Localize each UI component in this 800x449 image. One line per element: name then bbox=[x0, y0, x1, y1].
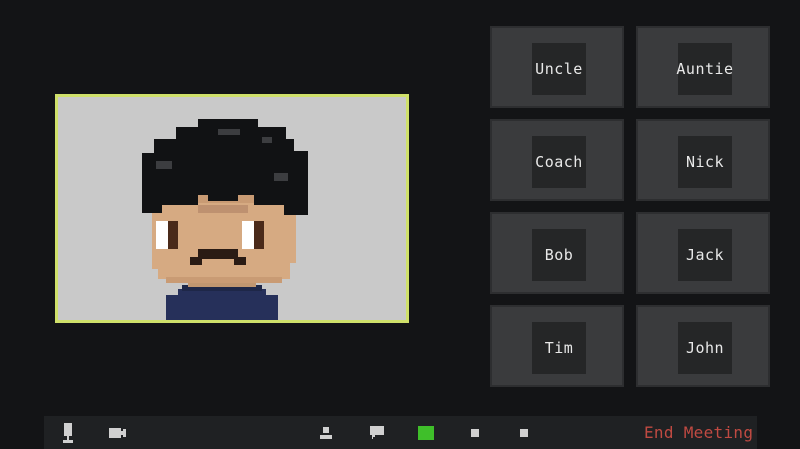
chat-button[interactable] bbox=[366, 416, 388, 449]
microphone-button[interactable] bbox=[58, 416, 78, 449]
participant-name: Uncle bbox=[535, 60, 583, 78]
participant-grid: Uncle Auntie Coach Nick Bob Jack Tim Joh… bbox=[490, 26, 773, 390]
small-square-icon bbox=[520, 428, 528, 437]
participant-name: Auntie bbox=[676, 60, 734, 78]
participant-nameplate: Auntie bbox=[676, 43, 734, 95]
participant-name: Tim bbox=[544, 339, 574, 357]
participants-button[interactable] bbox=[316, 416, 336, 449]
participant-tile-auntie[interactable]: Auntie bbox=[636, 26, 770, 108]
participant-nameplate: Jack bbox=[678, 229, 732, 281]
participant-nameplate: Tim bbox=[532, 322, 586, 374]
microphone-icon bbox=[63, 422, 73, 443]
video-camera-button[interactable] bbox=[106, 416, 130, 449]
participant-nameplate: Coach bbox=[532, 136, 586, 188]
participant-nameplate: John bbox=[678, 322, 732, 374]
participant-tile-jack[interactable]: Jack bbox=[636, 212, 770, 294]
share-screen-icon bbox=[418, 425, 434, 440]
meeting-toolbar: End Meeting bbox=[44, 416, 757, 449]
participant-name: Bob bbox=[544, 246, 574, 264]
participant-tile-uncle[interactable]: Uncle bbox=[490, 26, 624, 108]
participant-tile-john[interactable]: John bbox=[636, 305, 770, 387]
share-screen-button[interactable] bbox=[414, 416, 438, 449]
participant-nameplate: Uncle bbox=[532, 43, 586, 95]
participant-tile-tim[interactable]: Tim bbox=[490, 305, 624, 387]
participant-nameplate: Nick bbox=[678, 136, 732, 188]
chat-icon bbox=[370, 426, 384, 439]
meeting-screen: Uncle Auntie Coach Nick Bob Jack Tim Joh… bbox=[0, 0, 800, 449]
more-option-button[interactable] bbox=[466, 416, 484, 449]
active-speaker-video[interactable] bbox=[55, 94, 409, 323]
active-speaker-avatar bbox=[58, 97, 406, 320]
participant-tile-nick[interactable]: Nick bbox=[636, 119, 770, 201]
participant-tile-coach[interactable]: Coach bbox=[490, 119, 624, 201]
participant-nameplate: Bob bbox=[532, 229, 586, 281]
participant-name: Nick bbox=[685, 153, 725, 171]
video-camera-icon bbox=[109, 427, 126, 438]
end-meeting-button[interactable]: End Meeting bbox=[644, 416, 753, 449]
participant-name: Coach bbox=[535, 153, 583, 171]
participant-name: Jack bbox=[685, 246, 725, 264]
participant-tile-bob[interactable]: Bob bbox=[490, 212, 624, 294]
small-square-icon bbox=[471, 428, 479, 437]
participants-icon bbox=[320, 426, 332, 439]
more-option-button[interactable] bbox=[515, 416, 533, 449]
participant-name: John bbox=[685, 339, 725, 357]
